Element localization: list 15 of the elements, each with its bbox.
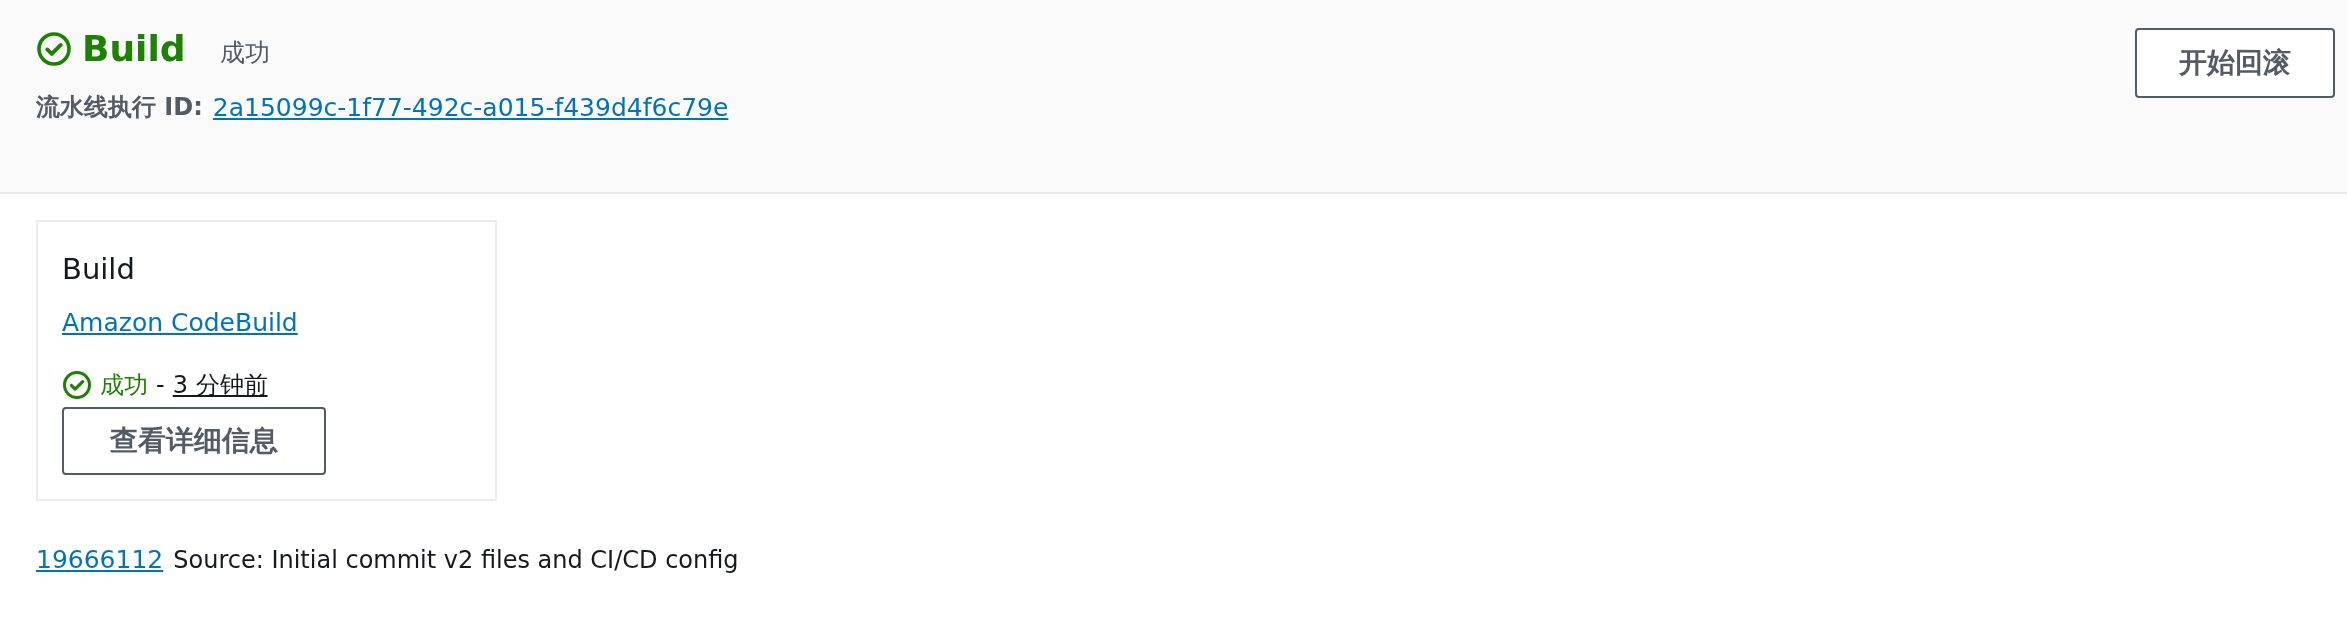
execution-id-label: 流水线执行 ID: bbox=[36, 92, 203, 123]
elapsed-time: 3 分钟前 bbox=[172, 370, 268, 401]
rollback-button[interactable]: 开始回滚 bbox=[2135, 28, 2335, 98]
details-button[interactable]: 查看详细信息 bbox=[62, 407, 326, 475]
separator: - bbox=[156, 371, 165, 399]
check-circle-icon bbox=[62, 370, 92, 400]
stage-status: 成功 bbox=[219, 37, 270, 69]
action-title: Build bbox=[62, 252, 135, 286]
stage-title: Build bbox=[82, 28, 186, 69]
provider-link[interactable]: Amazon CodeBuild bbox=[62, 308, 298, 337]
commit-link[interactable]: 19666112 bbox=[36, 545, 164, 574]
commit-message: Source: Initial commit v2 files and CI/CD config bbox=[173, 545, 739, 574]
action-status: 成功 bbox=[100, 370, 148, 401]
check-circle-icon bbox=[36, 30, 72, 67]
execution-id-link[interactable]: 2a15099c-1f77-492c-a015-f439d4f6c79e bbox=[212, 92, 729, 122]
